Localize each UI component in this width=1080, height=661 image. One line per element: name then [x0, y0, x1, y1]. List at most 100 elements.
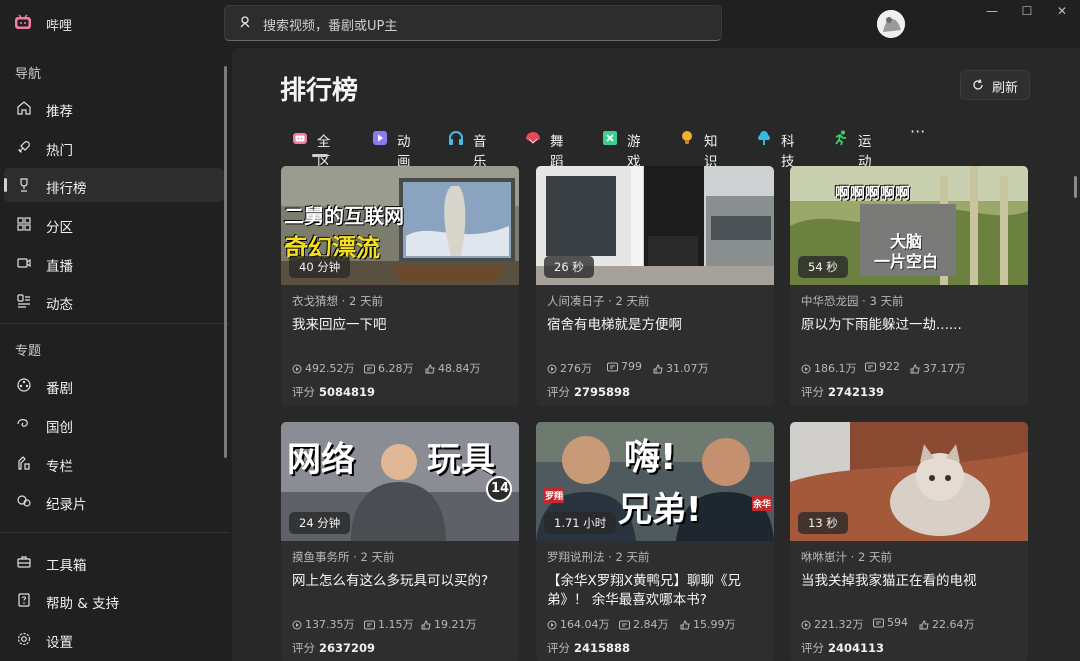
view-count: 186.1万: [801, 360, 857, 376]
video-card[interactable]: 二舅的互联网 奇幻漂流 40 分钟 衣戈猜想 · 2 天前 我来回应一下吧 49…: [281, 166, 519, 406]
like-count-value: 15.99万: [693, 618, 736, 631]
duration-badge: 26 秒: [544, 256, 594, 278]
tab-label: 音乐: [473, 134, 487, 170]
danmaku-count: 6.28万: [364, 360, 414, 376]
sidebar-item-settings[interactable]: 设置: [4, 622, 224, 656]
close-button[interactable]: ✕: [1052, 4, 1072, 22]
video-thumbnail: 嗨! 兄弟! 罗翔 余华 1.71 小时: [536, 422, 774, 541]
score-value: 2404113: [828, 641, 885, 655]
like-count-value: 22.64万: [932, 618, 975, 631]
video-title[interactable]: 我来回应一下吧: [292, 316, 510, 335]
danmaku-count-value: 799: [621, 360, 642, 373]
video-title[interactable]: 宿舍有电梯就是方便啊: [547, 316, 765, 335]
sidebar-item-recommend[interactable]: 推荐: [4, 91, 224, 125]
sidebar-item-label: 排行榜: [46, 181, 87, 197]
main-content: 排行榜 刷新 全区 动画 音乐 舞蹈 游戏 知识 科技 运动 ··· 二舅的互联…: [232, 48, 1080, 661]
gear-icon: [17, 632, 31, 646]
category-tabs: 全区 动画 音乐 舞蹈 游戏 知识 科技 运动 ···: [280, 122, 980, 170]
sidebar-item-label: 纪录片: [46, 497, 87, 513]
like-count-value: 31.07万: [666, 362, 709, 375]
tab-label: 运动: [858, 134, 872, 170]
danmaku-count-value: 594: [887, 616, 908, 629]
video-card[interactable]: 嗨! 兄弟! 罗翔 余华 1.71 小时 罗翔说刑法 · 2 天前 【余华X罗翔…: [536, 422, 774, 661]
title-bar: 哔哩 搜索视频，番剧或UP主 — ☐ ✕: [0, 0, 1080, 46]
sidebar-item-live[interactable]: 直播: [4, 246, 224, 280]
user-avatar[interactable]: [877, 10, 905, 38]
danmaku-icon: [619, 620, 630, 630]
sidebar-item-label: 设置: [46, 635, 73, 651]
video-author[interactable]: 人间凑日子 · 2 天前: [547, 293, 649, 309]
column-icon: [18, 456, 30, 470]
danmaku-icon: [873, 618, 884, 628]
sidebar-item-guochuang[interactable]: 国创: [4, 407, 224, 441]
video-author[interactable]: 摸鱼事务所 · 2 天前: [292, 549, 394, 565]
sidebar-item-documentary[interactable]: 纪录片: [4, 484, 224, 518]
video-camera-icon: [17, 258, 31, 268]
search-input[interactable]: 搜索视频，番剧或UP主: [263, 15, 397, 34]
sidebar-item-hot[interactable]: 热门: [4, 130, 224, 164]
sidebar-scrollbar[interactable]: [224, 66, 227, 458]
video-card[interactable]: 啊啊啊啊啊 大脑 一片空白 54 秒 中华恐龙园 · 3 天前 原以为下雨能躲过…: [790, 166, 1028, 406]
like-count-value: 37.17万: [923, 362, 966, 375]
play-count-icon: [547, 620, 557, 630]
sidebar-item-label: 国创: [46, 420, 73, 436]
like-count: 15.99万: [680, 616, 736, 632]
fan-icon: [526, 132, 540, 144]
minimize-button[interactable]: —: [982, 4, 1002, 22]
sidebar-item-dynamic[interactable]: 动态: [4, 284, 224, 318]
thumbnail-caption: 网络: [287, 440, 355, 480]
thumbnail-caption: 余华: [752, 496, 773, 511]
video-title[interactable]: 当我关掉我家猫正在看的电视: [801, 572, 1019, 591]
sidebar-item-bangumi[interactable]: 番剧: [4, 368, 224, 402]
sidebar-item-column[interactable]: 专栏: [4, 446, 224, 480]
maximize-button[interactable]: ☐: [1017, 4, 1037, 22]
view-count-value: 137.35万: [305, 618, 355, 631]
like-icon: [421, 620, 431, 630]
score-label: 评分: [292, 641, 315, 655]
video-score: 评分 5084819: [292, 384, 375, 400]
headphones-icon: [449, 131, 463, 145]
refresh-button[interactable]: 刷新: [960, 70, 1030, 100]
content-scrollbar[interactable]: [1074, 176, 1077, 198]
score-value: 2795898: [574, 385, 631, 399]
sidebar-item-label: 分区: [46, 220, 73, 236]
documentary-icon: [17, 495, 31, 507]
video-card[interactable]: 13 秒 咻咻崽汁 · 2 天前 当我关掉我家猫正在看的电视 221.32万 5…: [790, 422, 1028, 661]
rocket-icon: [18, 141, 30, 153]
video-author[interactable]: 咻咻崽汁 · 2 天前: [801, 549, 892, 565]
score-value: 2637209: [319, 641, 376, 655]
topic-heading: 专题: [15, 344, 42, 359]
search-icon: [240, 16, 250, 28]
danmaku-count: 922: [865, 360, 900, 373]
tab-label: 动画: [397, 134, 411, 170]
video-title[interactable]: 原以为下雨能躲过一劫......: [801, 316, 1019, 335]
video-author[interactable]: 衣戈猜想 · 2 天前: [292, 293, 383, 309]
danmaku-icon: [607, 362, 618, 372]
search-box[interactable]: 搜索视频，番剧或UP主: [224, 5, 722, 41]
duration-badge: 54 秒: [798, 256, 848, 278]
more-tabs-button[interactable]: ···: [910, 122, 925, 141]
thumbnail-caption: 啊啊啊啊啊: [835, 184, 911, 202]
video-thumbnail: 26 秒: [536, 166, 774, 285]
video-title[interactable]: 网上怎么有这么多玩具可以买的?: [292, 572, 510, 591]
video-card[interactable]: 26 秒 人间凑日子 · 2 天前 宿舍有电梯就是方便啊 276万 799 31…: [536, 166, 774, 406]
video-author[interactable]: 罗翔说刑法 · 2 天前: [547, 549, 649, 565]
sidebar-item-toolbox[interactable]: 工具箱: [4, 545, 224, 579]
danmaku-icon: [364, 364, 375, 374]
sidebar-item-ranking[interactable]: 排行榜: [4, 168, 224, 202]
video-thumbnail: 二舅的互联网 奇幻漂流 40 分钟: [281, 166, 519, 285]
video-title[interactable]: 【余华X罗翔X黄鸭兄】聊聊《兄弟》！ 余华最喜欢哪本书?: [547, 572, 765, 610]
active-tab-indicator: [312, 154, 328, 157]
tab-label: 科技: [781, 134, 795, 170]
thumbnail-caption: 嗨!: [624, 437, 677, 478]
avatar-image-icon: [877, 10, 905, 38]
tv-icon: [293, 133, 307, 144]
bilibili-logo-icon: [15, 14, 31, 29]
video-card[interactable]: 网络 玩具 14 24 分钟 摸鱼事务所 · 2 天前 网上怎么有这么多玩具可以…: [281, 422, 519, 661]
video-author[interactable]: 中华恐龙园 · 3 天前: [801, 293, 903, 309]
sidebar-item-sections[interactable]: 分区: [4, 207, 224, 241]
cloud-icon: [758, 131, 770, 145]
duration-badge: 40 分钟: [289, 256, 351, 278]
video-stats: 221.32万 594 22.64万: [801, 616, 1021, 632]
sidebar-item-help[interactable]: 帮助 & 支持: [4, 583, 224, 617]
